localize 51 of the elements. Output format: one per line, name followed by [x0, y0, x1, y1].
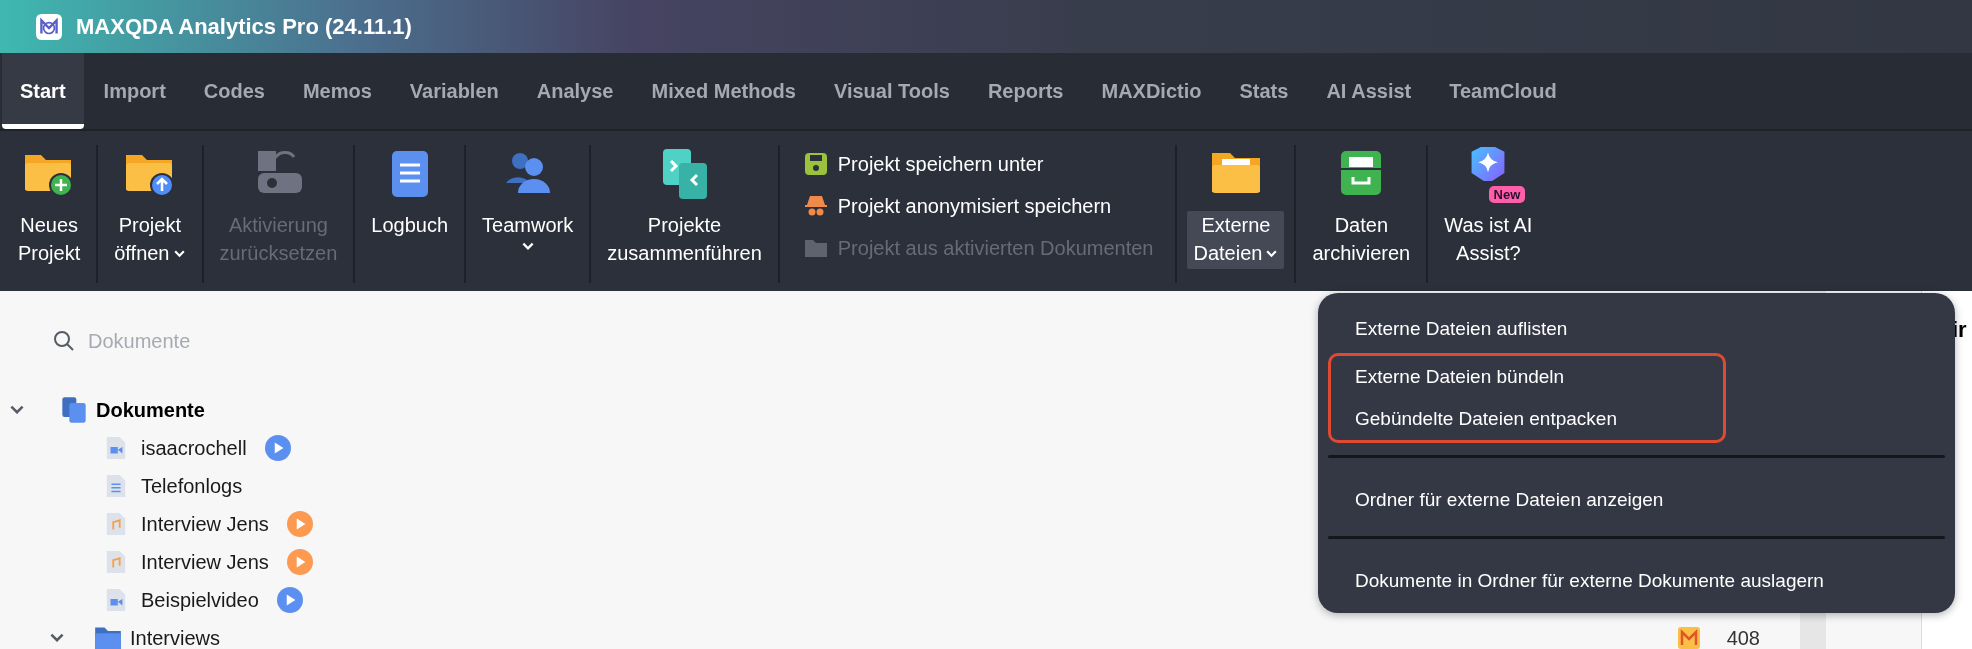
toolbar-button[interactable]: Daten archivieren [1306, 211, 1417, 269]
toolbar-button[interactable]: Was ist AI Assist? [1438, 211, 1539, 269]
play-icon[interactable] [276, 587, 303, 613]
document-count: 408 [1726, 626, 1760, 649]
toolbar-button[interactable]: Projekt anonymisiert speichern [797, 185, 1160, 227]
documents-icon [60, 396, 88, 424]
toolbar-button[interactable]: Logbuch [365, 211, 455, 241]
tree-item[interactable]: Interview Jens [141, 512, 269, 536]
tree-item[interactable]: Interviews [130, 626, 221, 649]
tree-item[interactable]: Telefonlogs [141, 474, 243, 498]
play-icon[interactable] [264, 435, 291, 461]
video-file-icon [105, 587, 127, 613]
toolbar-button[interactable]: Projekt speichern unter [797, 143, 1160, 185]
app-logo-icon [36, 13, 62, 40]
toolbar-button[interactable]: Neues Projekt [12, 211, 87, 269]
video-file-icon [105, 435, 127, 461]
toolbar-button[interactable]: Projekte zusammenführen [601, 211, 768, 269]
menu-item[interactable]: Gebündelte Dateien entpacken [1331, 398, 1723, 440]
ribbon-tab[interactable]: Import [85, 53, 184, 129]
ribbon-tab[interactable]: AI Assist [1308, 53, 1430, 129]
memo-icon [1676, 626, 1701, 649]
tree-item[interactable]: isaacrochell [141, 436, 247, 460]
ribbon-tab[interactable]: Start [2, 53, 84, 129]
toolbar-button[interactable]: Projekt öffnen [108, 211, 192, 269]
audio-file-icon [105, 549, 127, 575]
window-title: MAXQDA Analytics Pro (24.11.1) [76, 13, 412, 40]
ribbon-tab[interactable]: Mixed Methods [633, 53, 814, 129]
ribbon-tab[interactable]: Analyse [518, 53, 632, 129]
ribbon-tab[interactable]: Codes [185, 53, 283, 129]
menu-item[interactable]: Ordner für externe Dateien anzeigen [1331, 479, 1942, 521]
ribbon-tab[interactable]: TeamCloud [1431, 53, 1575, 129]
toolbar-button[interactable]: Teamwork [476, 211, 580, 255]
search-icon[interactable] [52, 329, 76, 353]
text-file-icon [105, 473, 127, 499]
ribbon-tab[interactable]: MAXDictio [1083, 53, 1220, 129]
toolbar-button[interactable]: Externe Dateien [1187, 211, 1285, 269]
menu-item[interactable]: Externe Dateien auflisten [1331, 308, 1942, 350]
spy-icon [803, 194, 828, 218]
menu-item[interactable]: Dokumente in Ordner für externe Dokumente auslagern [1331, 560, 1942, 602]
search-field[interactable]: Dokumente [86, 328, 340, 354]
tree-item[interactable]: Beispielvideo [141, 588, 259, 612]
ribbon-tab[interactable]: Variablen [391, 53, 517, 129]
tree-item[interactable]: Dokumente [96, 398, 205, 422]
new-badge: New [1488, 186, 1526, 203]
menu-item[interactable]: Externe Dateien bündeln [1331, 356, 1723, 398]
ribbon-tab[interactable]: Memos [284, 53, 390, 129]
tree-item[interactable]: Interview Jens [141, 550, 269, 574]
ribbon-tab[interactable]: Visual Tools [815, 53, 968, 129]
audio-file-icon [105, 511, 127, 537]
ribbon-tab[interactable]: Stats [1221, 53, 1307, 129]
ribbon-tab[interactable]: Reports [969, 53, 1082, 129]
